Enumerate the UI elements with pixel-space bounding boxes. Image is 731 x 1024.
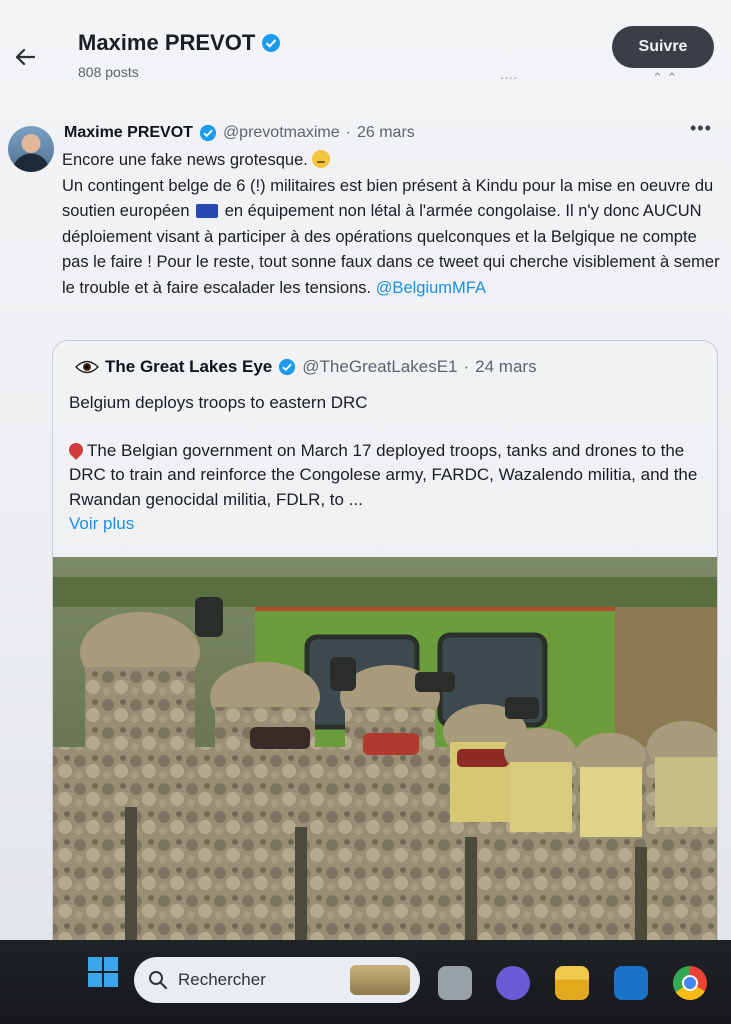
tweet-date[interactable]: 26 mars <box>357 124 415 142</box>
more-icon[interactable]: ••• <box>690 118 712 139</box>
quote-author-name[interactable]: The Great Lakes Eye <box>105 357 272 377</box>
windows-start-icon[interactable] <box>88 957 118 987</box>
quote-date[interactable]: 24 mars <box>475 357 536 377</box>
quote-header: The Great Lakes Eye @TheGreatLakesE1 · 2… <box>75 357 537 377</box>
faint-dots: ···· <box>500 70 518 85</box>
avatar[interactable] <box>8 126 54 172</box>
quote-body: The Belgian government on March 17 deplo… <box>69 440 698 509</box>
profile-header: Maxime PREVOT 808 posts ···· ⌃ ⌃ Suivre <box>0 0 731 100</box>
task-view-icon[interactable] <box>438 966 472 1000</box>
tweet-author-name[interactable]: Maxime PREVOT <box>64 124 193 142</box>
taskbar-search[interactable]: Rechercher <box>134 957 420 1003</box>
soldiers-image <box>53 557 717 940</box>
quote-text: Belgium deploys troops to eastern DRC Th… <box>66 391 699 537</box>
quote-title: Belgium deploys troops to eastern DRC <box>69 393 368 412</box>
faint-marks: ⌃ ⌃ <box>652 70 678 85</box>
search-label: Rechercher <box>178 970 266 989</box>
posts-count: 808 posts <box>78 64 139 80</box>
meet-icon[interactable] <box>496 966 530 1000</box>
pin-icon <box>66 439 86 460</box>
quote-handle[interactable]: @TheGreatLakesE1 <box>302 357 457 377</box>
search-icon <box>149 971 168 990</box>
chrome-icon[interactable] <box>673 966 707 1000</box>
eu-flag-icon <box>196 204 219 218</box>
dot-separator: · <box>345 124 351 141</box>
tweet-photo[interactable] <box>53 557 717 940</box>
verified-badge-icon <box>262 34 281 52</box>
dot-separator: · <box>463 357 470 376</box>
verified-badge-icon <box>279 358 296 376</box>
search-highlight-image <box>350 965 410 995</box>
eye-icon <box>75 360 99 374</box>
mention-link[interactable]: @BelgiumMFA <box>376 279 486 297</box>
file-explorer-icon[interactable] <box>555 966 589 1000</box>
profile-name: Maxime PREVOT <box>78 30 281 56</box>
screen: Maxime PREVOT 808 posts ···· ⌃ ⌃ Suivre … <box>0 0 731 940</box>
back-arrow-icon[interactable] <box>12 44 38 70</box>
face-emoji-icon <box>311 150 330 168</box>
tweet-line1: Encore une fake news grotesque. <box>62 151 308 169</box>
profile-name-text: Maxime PREVOT <box>78 30 256 55</box>
tweet-header: Maxime PREVOT @prevotmaxime · 26 mars <box>64 124 415 142</box>
show-more-link[interactable]: Voir plus <box>69 512 699 537</box>
outlook-icon[interactable] <box>614 966 648 1000</box>
tweet-text: Encore une fake news grotesque. Un conti… <box>62 148 722 301</box>
follow-button[interactable]: Suivre <box>612 26 714 68</box>
tweet-handle[interactable]: @prevotmaxime <box>223 124 340 142</box>
quoted-tweet[interactable]: The Great Lakes Eye @TheGreatLakesE1 · 2… <box>52 340 718 940</box>
verified-badge-icon <box>199 124 217 142</box>
